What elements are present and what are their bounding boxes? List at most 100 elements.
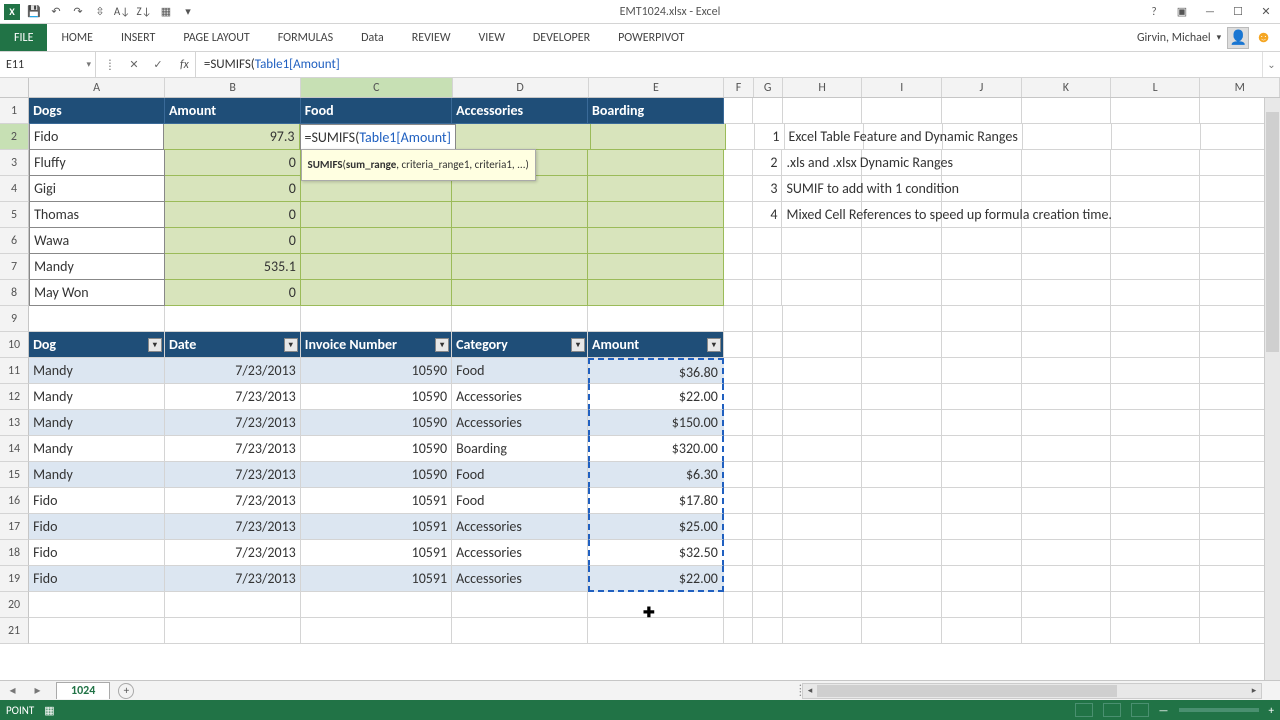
tab-home[interactable]: HOME bbox=[47, 24, 107, 51]
cell[interactable] bbox=[783, 566, 863, 592]
cell[interactable]: 10590 bbox=[301, 436, 452, 462]
cell[interactable] bbox=[942, 540, 1022, 566]
tab-developer[interactable]: DEVELOPER bbox=[519, 24, 604, 51]
cell[interactable] bbox=[724, 176, 753, 202]
cell[interactable] bbox=[588, 280, 724, 306]
cell[interactable] bbox=[1022, 462, 1111, 488]
cell[interactable] bbox=[588, 150, 724, 176]
cell[interactable] bbox=[783, 592, 863, 618]
cell[interactable] bbox=[782, 254, 862, 280]
cell[interactable] bbox=[753, 488, 782, 514]
horizontal-scrollbar[interactable]: ◂ ▸ bbox=[802, 683, 1262, 699]
cell[interactable]: 7/23/2013 bbox=[165, 410, 301, 436]
cell[interactable] bbox=[726, 124, 755, 150]
cell[interactable]: Excel Table Feature and Dynamic Ranges bbox=[785, 124, 864, 150]
cell[interactable] bbox=[724, 228, 753, 254]
row-header[interactable]: 2 bbox=[0, 124, 29, 150]
cell[interactable] bbox=[301, 202, 452, 228]
cell[interactable]: Invoice Number▾ bbox=[301, 332, 452, 358]
sort-desc-icon[interactable]: Z↓ bbox=[136, 4, 152, 20]
col-header[interactable]: H bbox=[783, 78, 863, 97]
cell[interactable]: 10590 bbox=[301, 384, 452, 410]
cell[interactable] bbox=[753, 566, 782, 592]
cell[interactable] bbox=[753, 306, 782, 332]
cell[interactable] bbox=[1111, 540, 1200, 566]
avatar[interactable]: 👤 bbox=[1227, 27, 1249, 49]
cell[interactable] bbox=[942, 514, 1022, 540]
cell[interactable]: May Won bbox=[29, 280, 165, 306]
cell[interactable] bbox=[782, 280, 862, 306]
macro-record-icon[interactable]: ▦ bbox=[44, 704, 54, 717]
cell[interactable]: $25.00 bbox=[588, 514, 724, 540]
tab-page-layout[interactable]: PAGE LAYOUT bbox=[169, 24, 263, 51]
cell[interactable] bbox=[1022, 436, 1111, 462]
cell[interactable] bbox=[942, 228, 1022, 254]
cell[interactable] bbox=[452, 228, 588, 254]
cell[interactable] bbox=[1111, 176, 1200, 202]
cell[interactable]: Food bbox=[452, 488, 588, 514]
cell[interactable]: Food bbox=[452, 358, 588, 384]
cell[interactable] bbox=[724, 332, 753, 358]
cell[interactable] bbox=[724, 306, 753, 332]
cell[interactable]: Mandy bbox=[29, 384, 165, 410]
formula-dropdown-icon[interactable]: ⁞ bbox=[102, 58, 118, 71]
row-header[interactable]: 1 bbox=[0, 98, 29, 124]
normal-view-icon[interactable] bbox=[1075, 703, 1093, 717]
col-header[interactable]: L bbox=[1111, 78, 1200, 97]
cell[interactable]: 7/23/2013 bbox=[165, 488, 301, 514]
cell[interactable] bbox=[942, 358, 1022, 384]
cell[interactable] bbox=[724, 202, 753, 228]
cell[interactable] bbox=[588, 202, 724, 228]
cell[interactable] bbox=[452, 618, 588, 644]
cell[interactable] bbox=[753, 358, 782, 384]
cell[interactable] bbox=[1023, 124, 1112, 150]
cell[interactable] bbox=[724, 566, 753, 592]
cell[interactable] bbox=[862, 280, 942, 306]
cell[interactable]: 2 bbox=[753, 150, 782, 176]
cell[interactable] bbox=[452, 254, 588, 280]
cell[interactable] bbox=[588, 254, 724, 280]
cell[interactable] bbox=[753, 410, 782, 436]
cell[interactable]: Accessories bbox=[452, 540, 588, 566]
cell[interactable]: Mandy bbox=[29, 254, 165, 280]
col-header[interactable]: D bbox=[453, 78, 589, 97]
cell[interactable] bbox=[165, 618, 301, 644]
cell[interactable] bbox=[862, 98, 942, 124]
col-header[interactable]: A bbox=[29, 78, 165, 97]
cell[interactable] bbox=[588, 176, 724, 202]
cell[interactable] bbox=[1022, 410, 1111, 436]
cell[interactable] bbox=[724, 514, 753, 540]
cell[interactable]: 7/23/2013 bbox=[165, 566, 301, 592]
cell[interactable] bbox=[942, 618, 1022, 644]
cell[interactable] bbox=[1111, 280, 1200, 306]
cell[interactable] bbox=[1111, 566, 1200, 592]
col-header[interactable]: E bbox=[589, 78, 725, 97]
cell[interactable] bbox=[753, 384, 782, 410]
maximize-icon[interactable]: ☐ bbox=[1228, 5, 1248, 19]
cell[interactable] bbox=[753, 280, 782, 306]
cell[interactable]: $22.00 bbox=[588, 384, 724, 410]
user-menu-icon[interactable]: ▾ bbox=[1217, 32, 1222, 43]
row-header[interactable]: 19 bbox=[0, 566, 29, 592]
cell[interactable] bbox=[1022, 618, 1111, 644]
enter-formula-icon[interactable]: ✓ bbox=[150, 58, 166, 71]
cell[interactable] bbox=[1022, 540, 1111, 566]
cell[interactable] bbox=[942, 410, 1022, 436]
cell[interactable]: 7/23/2013 bbox=[165, 384, 301, 410]
cell[interactable] bbox=[1022, 384, 1111, 410]
cell[interactable] bbox=[588, 618, 724, 644]
col-header[interactable]: J bbox=[942, 78, 1022, 97]
cell[interactable] bbox=[724, 618, 753, 644]
cell[interactable]: Fido bbox=[29, 540, 165, 566]
cell[interactable] bbox=[1111, 384, 1200, 410]
cell[interactable]: Dogs bbox=[29, 98, 165, 124]
cell[interactable] bbox=[942, 384, 1022, 410]
cell[interactable] bbox=[1022, 488, 1111, 514]
cell[interactable] bbox=[783, 462, 863, 488]
cell[interactable] bbox=[588, 592, 724, 618]
cell[interactable]: 0 bbox=[165, 228, 301, 254]
cell[interactable] bbox=[942, 98, 1022, 124]
cell[interactable] bbox=[1112, 124, 1201, 150]
cell[interactable] bbox=[1111, 332, 1200, 358]
cell[interactable] bbox=[862, 540, 942, 566]
